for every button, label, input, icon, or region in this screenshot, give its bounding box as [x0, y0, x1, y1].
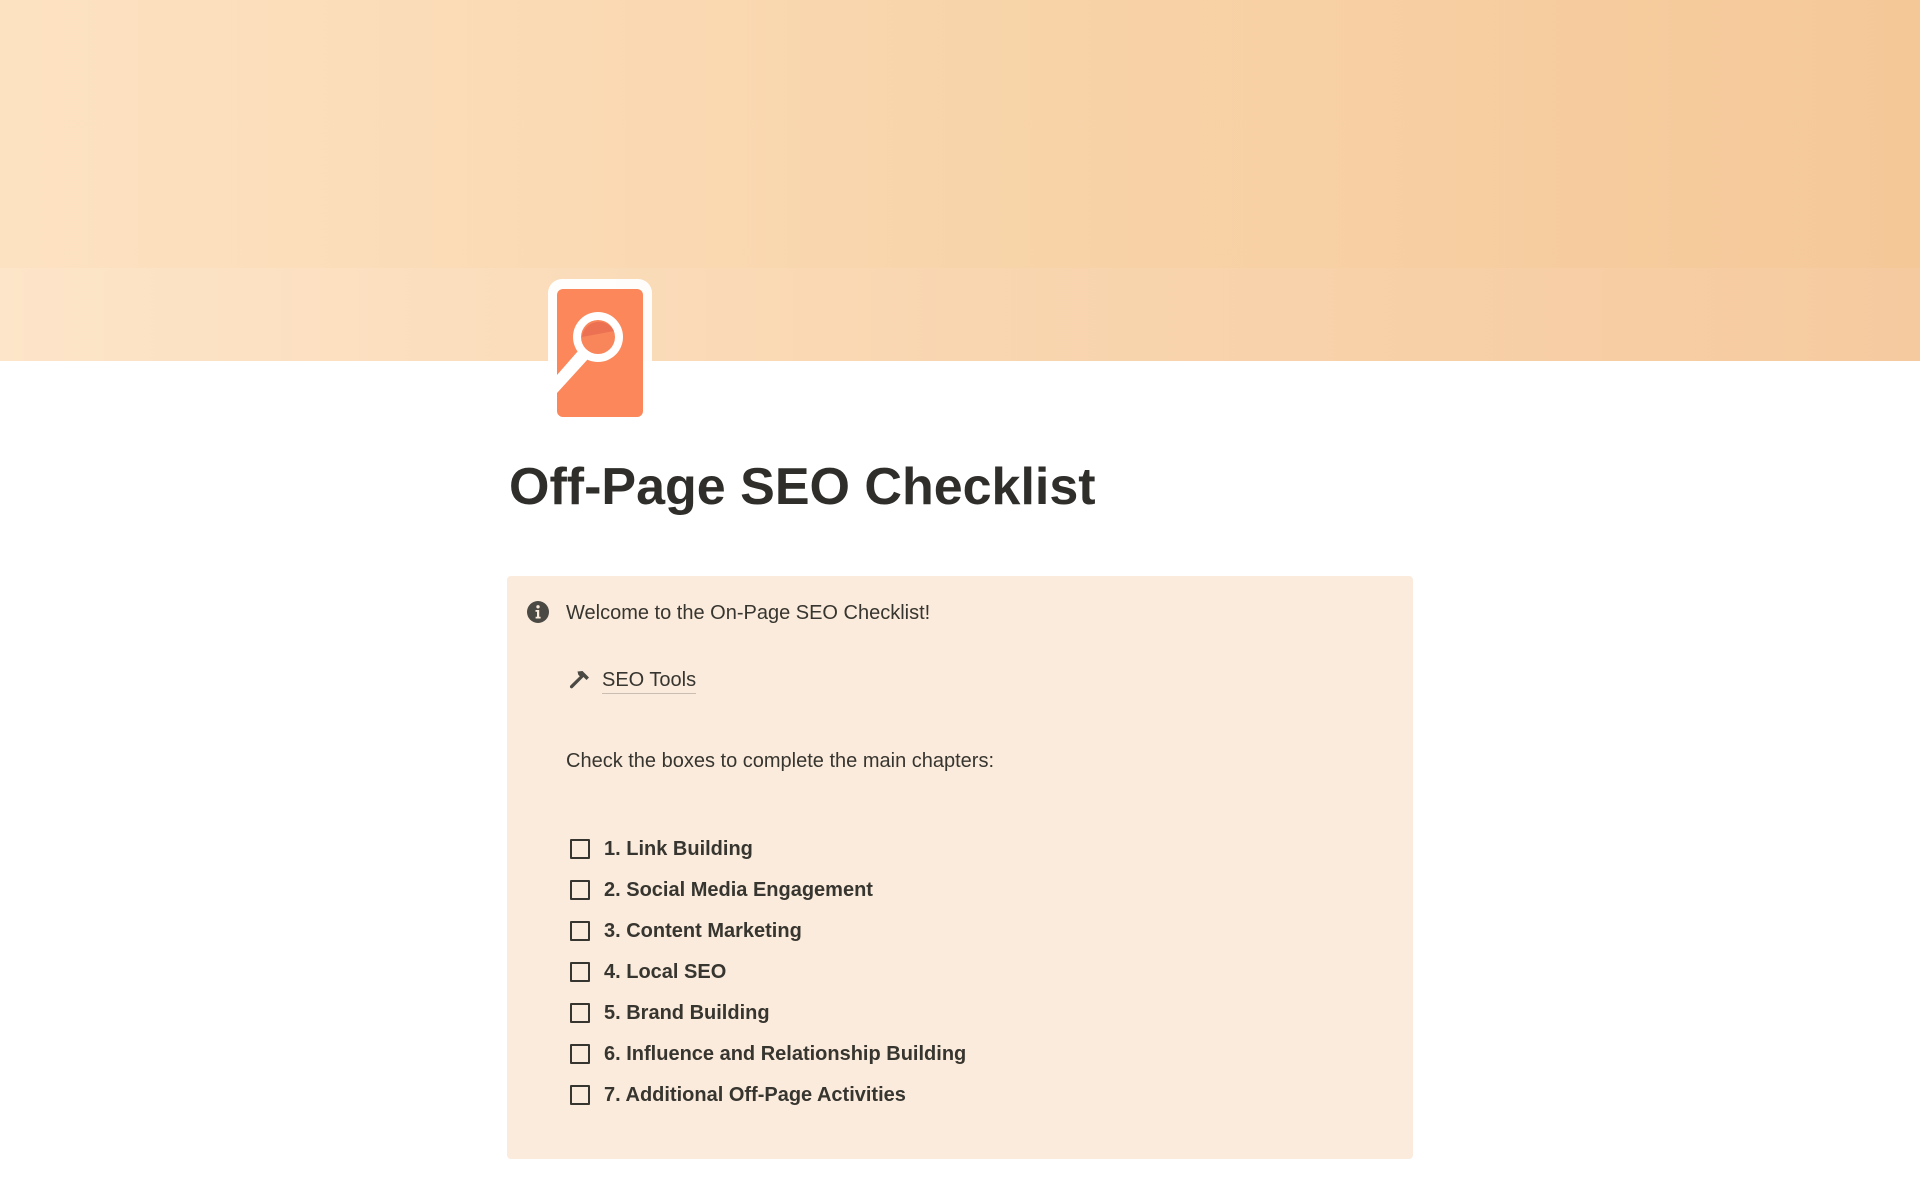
- todo-item: 4. Local SEO: [570, 951, 966, 992]
- todo-label[interactable]: 1. Link Building: [604, 836, 753, 862]
- search-document-icon[interactable]: [548, 279, 652, 425]
- checkbox[interactable]: [570, 961, 590, 982]
- checkbox[interactable]: [570, 838, 590, 859]
- todo-item: 1. Link Building: [570, 828, 966, 869]
- todo-item: 7. Additional Off-Page Activities: [570, 1074, 966, 1115]
- todo-item: 6. Influence and Relationship Building: [570, 1033, 966, 1074]
- todo-label[interactable]: 2. Social Media Engagement: [604, 877, 873, 903]
- page: Off-Page SEO Checklist Welcome to the On…: [0, 0, 1920, 1199]
- seo-tools-label[interactable]: SEO Tools: [602, 667, 697, 694]
- todo-label[interactable]: 4. Local SEO: [604, 959, 726, 985]
- checkbox[interactable]: [570, 1002, 590, 1023]
- cover-gradient: [0, 0, 1920, 268]
- callout-text: Welcome to the On-Page SEO Checklist!: [566, 602, 931, 624]
- todo-item: 5. Brand Building: [570, 992, 966, 1033]
- info-icon[interactable]: [526, 600, 550, 624]
- todo-label[interactable]: 5. Brand Building: [604, 1000, 770, 1026]
- seo-tools-link[interactable]: SEO Tools: [568, 665, 697, 695]
- todo-label[interactable]: 7. Additional Off-Page Activities: [604, 1082, 906, 1108]
- todo-item: 3. Content Marketing: [570, 910, 966, 951]
- todo-label[interactable]: 3. Content Marketing: [604, 918, 802, 944]
- page-title[interactable]: Off-Page SEO Checklist: [509, 452, 1096, 522]
- todo-list: 1. Link Building 2. Social Media Engagem…: [570, 828, 966, 1115]
- checkbox[interactable]: [570, 1043, 590, 1064]
- callout-block: Welcome to the On-Page SEO Checklist! SE…: [507, 576, 1413, 1159]
- checkbox[interactable]: [570, 879, 590, 900]
- checkbox[interactable]: [570, 920, 590, 941]
- cover-image[interactable]: [0, 0, 1920, 361]
- todo-item: 2. Social Media Engagement: [570, 869, 966, 910]
- instructions-text: Check the boxes to complete the main cha…: [566, 750, 995, 772]
- todo-label[interactable]: 6. Influence and Relationship Building: [604, 1041, 966, 1067]
- hammer-icon: [568, 668, 592, 692]
- checkbox[interactable]: [570, 1084, 590, 1105]
